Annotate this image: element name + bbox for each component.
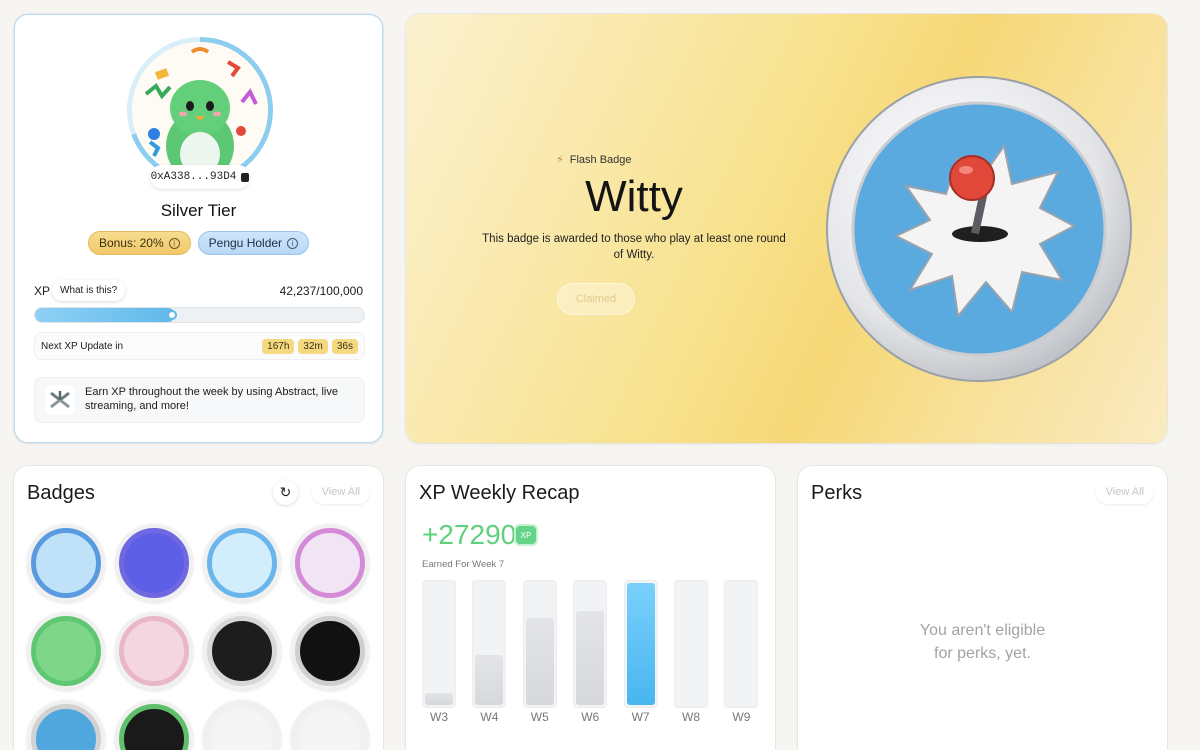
wallet-address[interactable]: 0xA338...93D4	[150, 165, 250, 189]
abstract-logo-icon	[45, 385, 75, 415]
bar-w7[interactable]	[623, 580, 658, 708]
abstract-x-badge[interactable]	[27, 524, 105, 602]
info-icon[interactable]: i	[168, 237, 180, 249]
earned-week-label: Earned For Week 7	[422, 559, 505, 570]
bar-value-w7	[626, 583, 655, 705]
perks-message-line2: for perks, yet.	[934, 645, 1031, 663]
perks-title: Perks	[811, 482, 863, 504]
xp-label: XP	[34, 284, 51, 298]
weekly-xp-total: +27290	[422, 519, 517, 550]
xp-progress-knob	[166, 310, 177, 320]
wallet-address-text: 0xA338...93D4	[150, 171, 237, 183]
bar-w4[interactable]	[472, 580, 507, 708]
pixel-pink-badge[interactable]	[115, 612, 193, 690]
profile-card: 0xA338...93D4 Silver Tier Bonus: 20% i P…	[14, 14, 383, 443]
bar-w8[interactable]	[674, 580, 708, 708]
bar-w6[interactable]	[573, 580, 608, 708]
gift-box-badge-face	[207, 528, 277, 598]
gacha-badge-face	[295, 616, 365, 686]
bonus-pill[interactable]: Bonus: 20% i	[87, 231, 191, 255]
holder-label: Pengu Holder	[208, 236, 283, 250]
claimed-button[interactable]: Claimed	[557, 283, 635, 315]
badge-type: ⚡ Flash Badge	[556, 153, 632, 167]
perks-card: Perks View All You aren't eligible for p…	[798, 466, 1167, 750]
pink-hand-badge[interactable]	[291, 524, 369, 602]
badges-title: Badges	[27, 482, 95, 504]
badge-title: Witty	[585, 172, 683, 221]
abstract-x-badge-face	[31, 528, 101, 598]
discord-badge[interactable]	[115, 524, 193, 602]
next-update-label: Next XP Update in	[41, 340, 124, 352]
gacha-badge[interactable]	[291, 612, 369, 690]
bar-value-w6	[576, 610, 605, 705]
pink-hand-badge-face	[295, 528, 365, 598]
locked-badge-2-face	[295, 704, 365, 750]
bar-value-w3	[425, 692, 453, 705]
bar-label-w3: W3	[430, 710, 448, 724]
gift-box-badge[interactable]	[203, 524, 281, 602]
bonus-label: Bonus: 20%	[98, 236, 164, 250]
locked-badge-1-face	[207, 704, 277, 750]
xp-value: 42,237/100,000	[279, 284, 363, 298]
refresh-icon: ↻	[279, 484, 292, 500]
joystick-badge[interactable]	[27, 700, 105, 750]
bar-label-w7: W7	[631, 710, 650, 724]
bar-label-w9: W9	[732, 710, 751, 724]
vote-badge[interactable]	[27, 612, 105, 690]
perks-message-line1: You aren't eligible	[919, 622, 1046, 639]
joystick-badge-face	[31, 704, 101, 750]
copy-icon[interactable]	[241, 172, 250, 182]
perks-view-all-button[interactable]: View All	[1095, 480, 1154, 504]
featured-badge-card: ⚡ Flash Badge Witty This badge is awarde…	[406, 14, 1167, 443]
earn-xp-info: Earn XP throughout the week by using Abs…	[34, 377, 365, 423]
pixel-green-badge-face	[119, 704, 189, 750]
joystick-badge-icon	[826, 76, 1132, 382]
next-update-row: Next XP Update in 167h 32m 36s	[34, 332, 365, 360]
vote-badge-face	[31, 616, 101, 686]
info-icon[interactable]: i	[287, 237, 299, 249]
locked-badge-1[interactable]	[203, 700, 281, 750]
holder-pill[interactable]: Pengu Holder i	[197, 231, 310, 255]
bar-value-w5	[525, 618, 554, 705]
refresh-button[interactable]: ↻	[273, 480, 298, 505]
avatar-ring	[127, 37, 273, 183]
xp-weekly-recap-card: XP Weekly Recap +27290 XP Earned For Wee…	[406, 466, 775, 750]
avatar[interactable]	[132, 42, 268, 178]
xp-progress-bar	[34, 307, 365, 323]
badges-card: Badges ↻ View All	[14, 466, 383, 750]
bar-w5[interactable]	[522, 580, 557, 708]
bridge-badge[interactable]	[203, 612, 281, 690]
pixel-pink-badge-face	[119, 616, 189, 686]
bridge-badge-face	[207, 616, 277, 686]
bar-label-w5: W5	[530, 710, 549, 724]
pixel-green-badge[interactable]	[115, 700, 193, 750]
what-is-this-button[interactable]: What is this?	[52, 280, 126, 301]
recap-title: XP Weekly Recap	[419, 482, 580, 504]
locked-badge-2[interactable]	[291, 700, 369, 750]
bar-w3[interactable]	[422, 580, 456, 708]
bar-label-w6: W6	[581, 710, 600, 724]
timer-hours: 167h	[262, 338, 295, 354]
discord-badge-face	[119, 528, 189, 598]
bar-label-w4: W4	[480, 710, 499, 724]
timer-minutes: 32m	[298, 338, 328, 354]
badge-type-label: Flash Badge	[569, 153, 632, 166]
xp-progress-fill	[35, 308, 175, 322]
earn-xp-text: Earn XP throughout the week by using Abs…	[85, 386, 338, 412]
xp-chip-icon: XP	[516, 526, 536, 544]
badges-view-all-button[interactable]: View All	[311, 480, 370, 504]
bar-w9[interactable]	[724, 580, 759, 708]
badge-description: This badge is awarded to those who play …	[482, 233, 786, 261]
lightning-icon: ⚡	[556, 154, 564, 166]
weekly-bar-chart	[422, 580, 762, 710]
bar-value-w4	[475, 655, 504, 705]
tier-title: Silver Tier	[160, 201, 237, 220]
perks-empty-message: You aren't eligible for perks, yet.	[798, 619, 1167, 665]
bar-label-w8: W8	[682, 710, 700, 724]
timer-seconds: 36s	[331, 338, 358, 354]
